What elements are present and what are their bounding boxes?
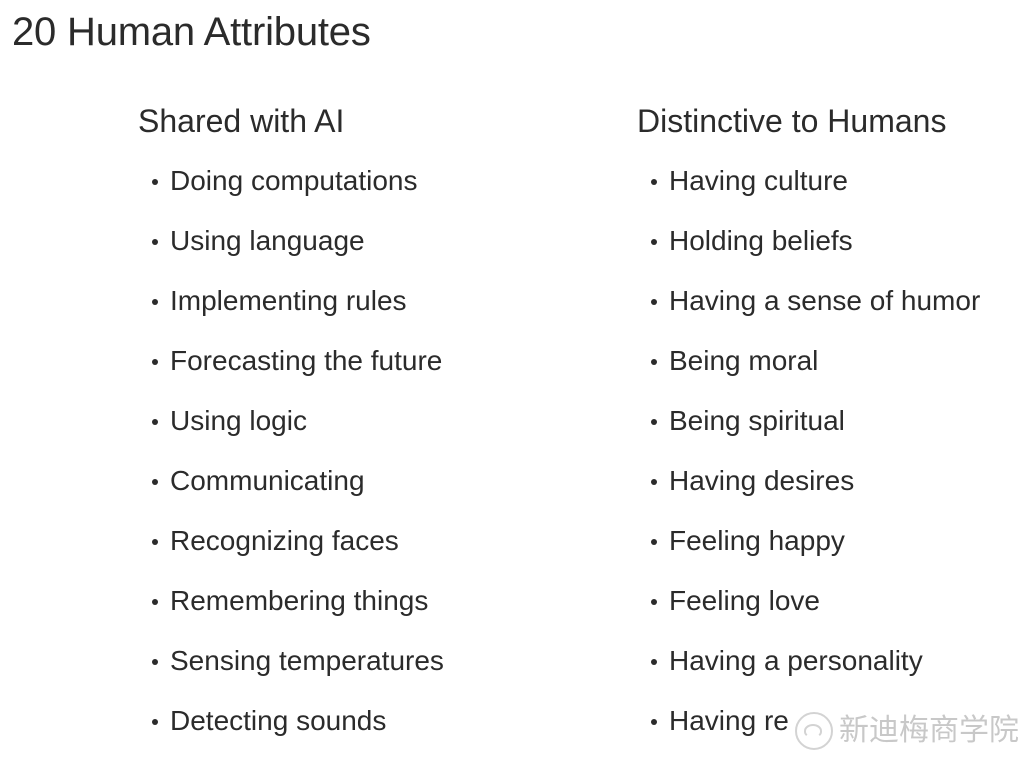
list-item-label: Implementing rules [170, 284, 407, 316]
list-item: Having re [637, 704, 1024, 764]
list-item-label: Doing computations [170, 164, 418, 196]
list-item: Implementing rules [138, 284, 608, 344]
list-item: Remembering things [138, 584, 608, 644]
list-item: Forecasting the future [138, 344, 608, 404]
list-item-label: Being moral [669, 344, 819, 376]
list-item-label: Having desires [669, 464, 855, 496]
column-heading-distinctive-to-humans: Distinctive to Humans [637, 103, 947, 139]
list-item: Detecting sounds [138, 704, 608, 764]
list-item-label: Having a personality [669, 644, 923, 676]
list-item-label: Using logic [170, 404, 307, 436]
slide-canvas: 20 Human Attributes Shared with AI Doing… [0, 0, 1024, 780]
list-item-label: Having culture [669, 164, 848, 196]
list-item-label: Having a sense of humor [669, 284, 981, 316]
list-item: Being spiritual [637, 404, 1024, 464]
list-item: Having culture [637, 164, 1024, 224]
list-item: Using language [138, 224, 608, 284]
list-item: Feeling happy [637, 524, 1024, 584]
list-item: Using logic [138, 404, 608, 464]
list-item: Recognizing faces [138, 524, 608, 584]
list-item-label: Detecting sounds [170, 704, 387, 736]
list-item-label: Having re [669, 704, 789, 736]
list-item: Feeling love [637, 584, 1024, 644]
list-item-label: Being spiritual [669, 404, 845, 436]
bullet-list-shared-with-ai: Doing computations Using language Implem… [138, 164, 608, 764]
list-item-label: Holding beliefs [669, 224, 853, 256]
list-item-label: Remembering things [170, 584, 429, 616]
list-item: Sensing temperatures [138, 644, 608, 704]
list-item-label: Recognizing faces [170, 524, 399, 556]
list-item-label: Forecasting the future [170, 344, 443, 376]
list-item-label: Using language [170, 224, 365, 256]
list-item: Being moral [637, 344, 1024, 404]
bullet-list-distinctive-to-humans: Having culture Holding beliefs Having a … [637, 164, 1024, 764]
list-item: Holding beliefs [637, 224, 1024, 284]
list-item: Communicating [138, 464, 608, 524]
list-item: Doing computations [138, 164, 608, 224]
list-item-label: Sensing temperatures [170, 644, 444, 676]
list-item-label: Feeling love [669, 584, 820, 616]
page-title: 20 Human Attributes [12, 10, 371, 54]
list-item: Having a personality [637, 644, 1024, 704]
column-heading-shared-with-ai: Shared with AI [138, 103, 345, 139]
list-item-label: Feeling happy [669, 524, 845, 556]
list-item: Having a sense of humor [637, 284, 1024, 344]
column-shared-with-ai: Shared with AI Doing computations Using … [138, 103, 608, 764]
column-distinctive-to-humans: Distinctive to Humans Having culture Hol… [637, 103, 1024, 764]
list-item: Having desires [637, 464, 1024, 524]
list-item-label: Communicating [170, 464, 365, 496]
